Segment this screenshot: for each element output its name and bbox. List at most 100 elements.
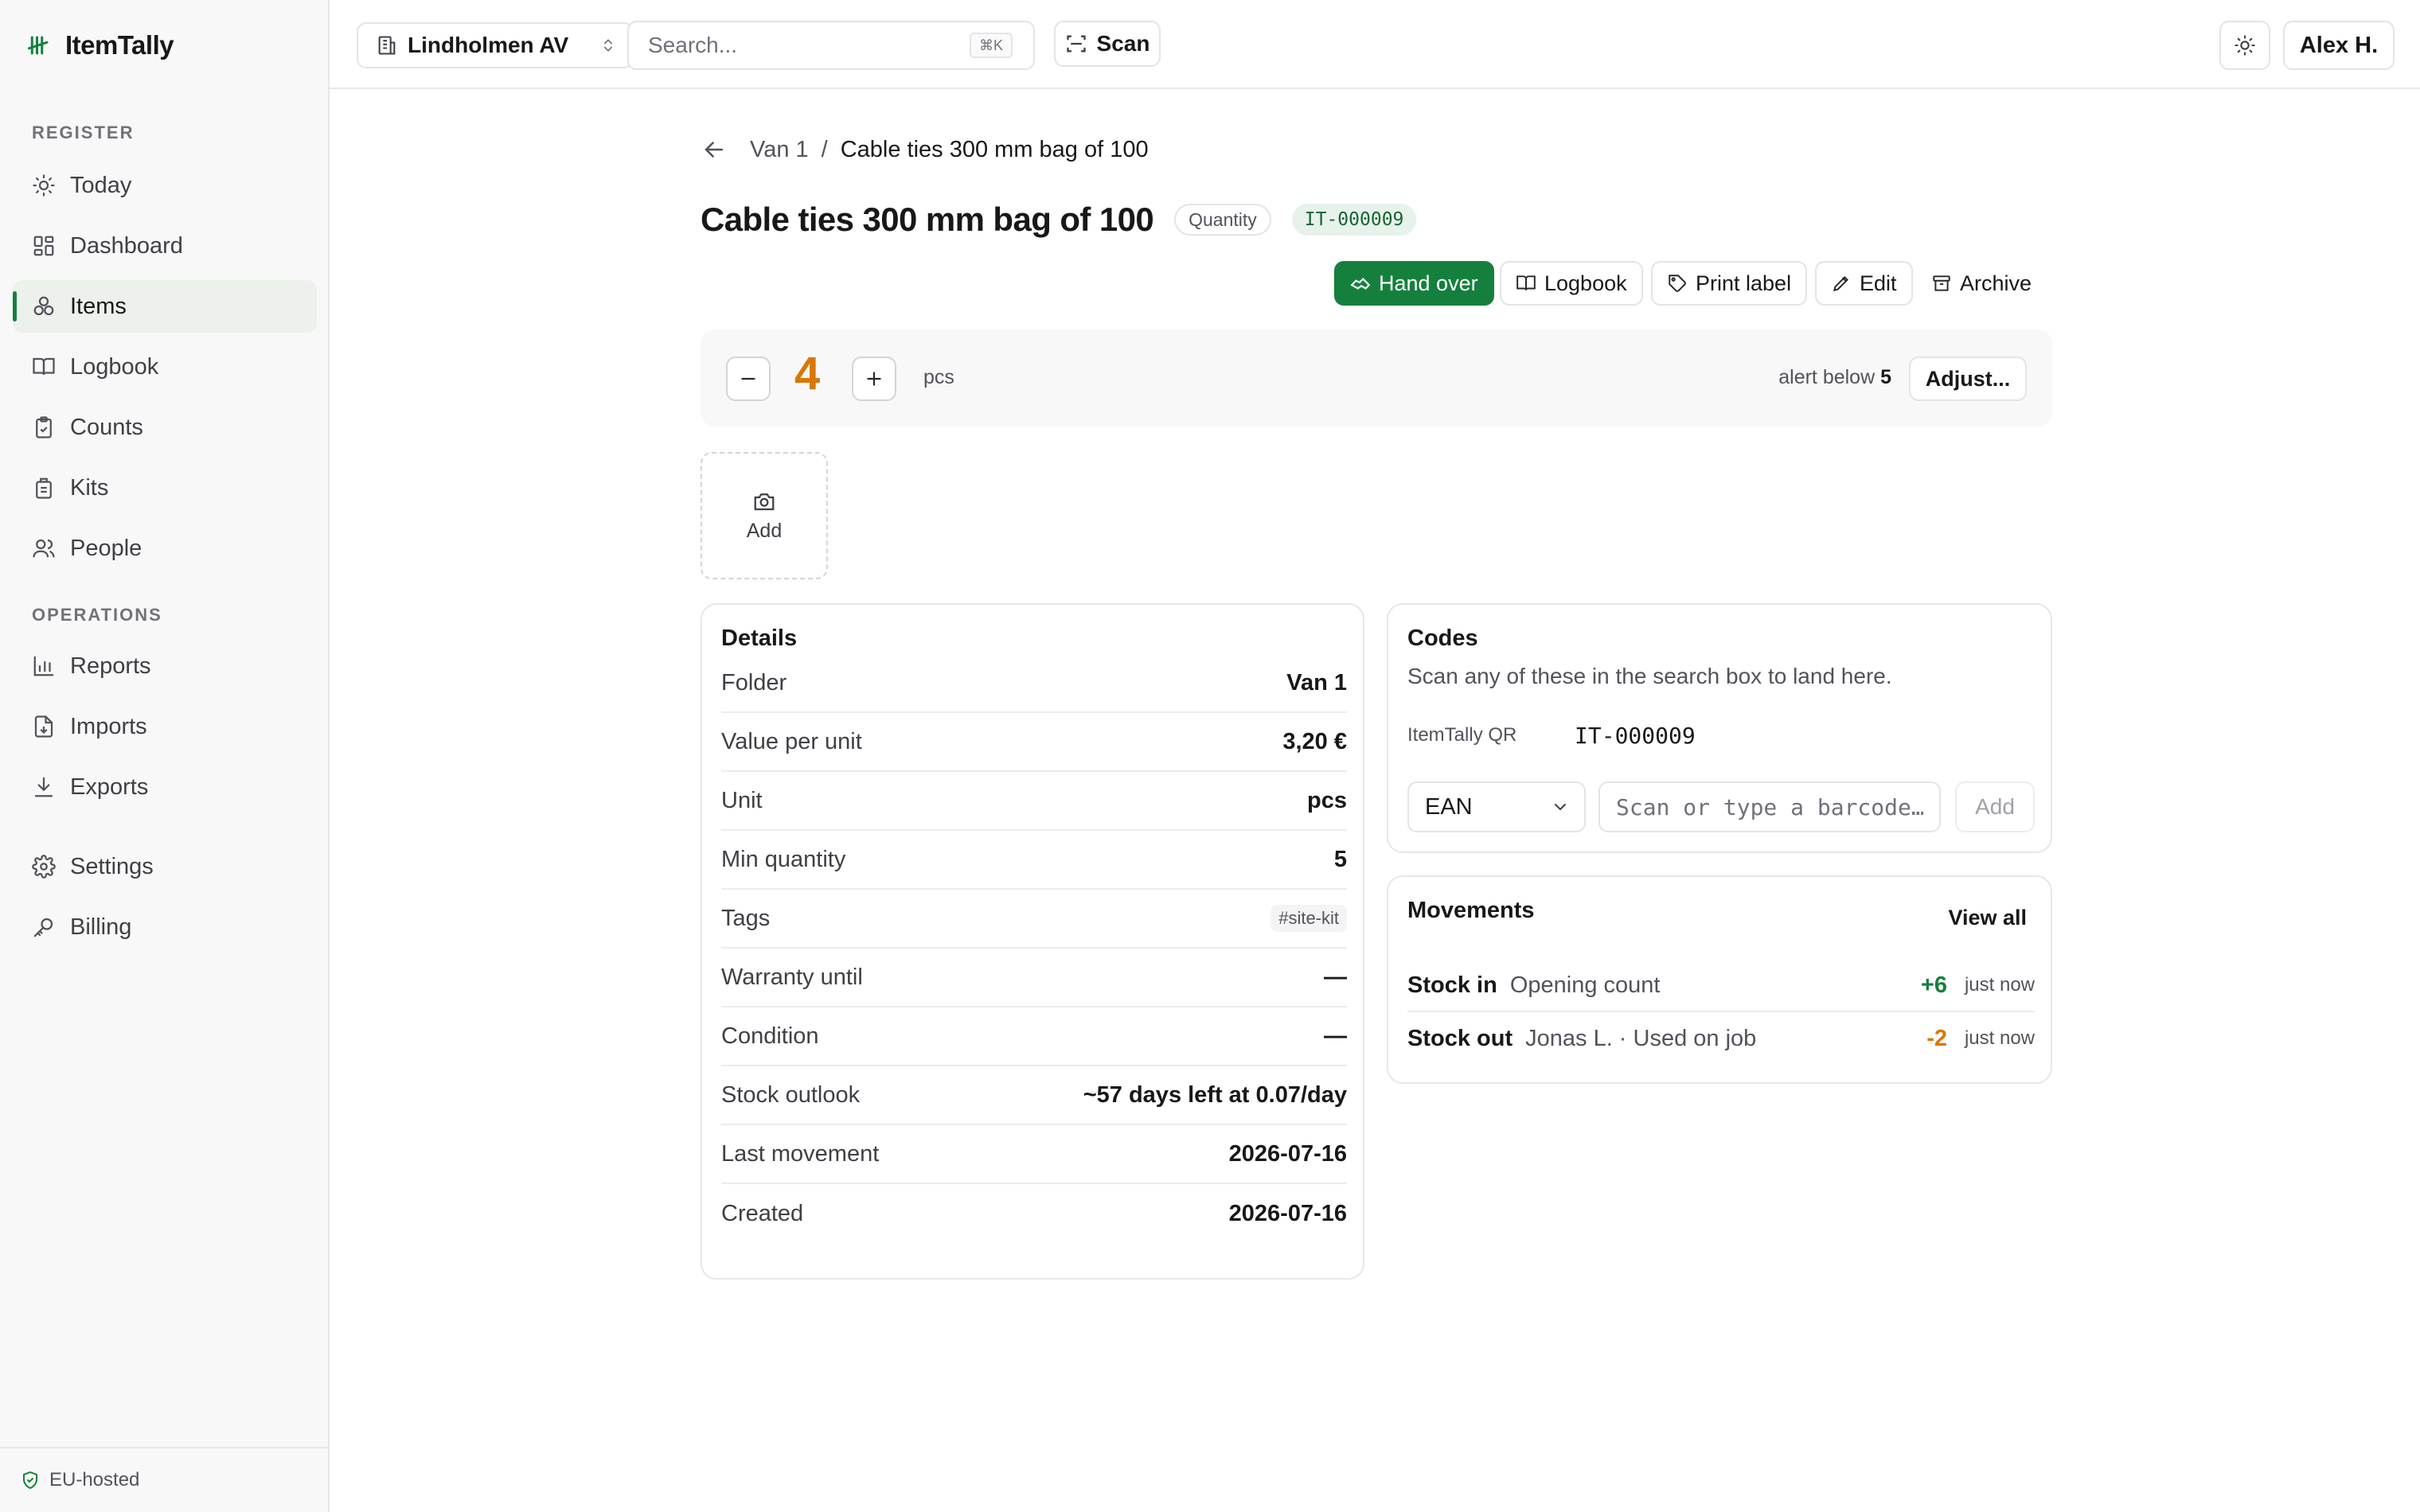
- sidebar-item-label: Imports: [70, 713, 147, 739]
- detail-row-unit: Unit pcs: [721, 772, 1347, 831]
- view-all-link[interactable]: View all: [1948, 906, 2027, 930]
- detail-key: Min quantity: [721, 846, 846, 872]
- add-photo-label: Add: [746, 519, 783, 542]
- logbook-button[interactable]: Logbook: [1500, 261, 1643, 306]
- archive-button[interactable]: Archive: [1915, 261, 2048, 306]
- hand-over-button[interactable]: Hand over: [1334, 261, 1494, 306]
- import-icon: [34, 715, 53, 738]
- quantity-panel: 4 pcs alert below 5 Adjust...: [701, 329, 2052, 427]
- breadcrumb-separator: /: [821, 136, 828, 162]
- movements-title: Movements: [1407, 898, 1535, 923]
- sidebar-item-people[interactable]: People: [13, 522, 317, 575]
- sidebar-item-dashboard[interactable]: Dashboard: [13, 220, 317, 272]
- plus-icon: [867, 372, 881, 386]
- building-icon: [378, 36, 396, 55]
- edit-button[interactable]: Edit: [1815, 261, 1913, 306]
- hosting-label: EU-hosted: [49, 1469, 140, 1491]
- print-label-button[interactable]: Print label: [1651, 261, 1808, 306]
- key-icon: [33, 918, 53, 937]
- topbar: Lindholmen AV ⌘K Scan Alex H.: [330, 0, 2420, 89]
- archive-icon: [1933, 275, 1950, 291]
- quantity-value: 4: [794, 348, 821, 399]
- organization-switcher[interactable]: Lindholmen AV: [357, 22, 634, 68]
- detail-key: Unit: [721, 787, 763, 813]
- detail-value[interactable]: Van 1: [1286, 670, 1347, 696]
- detail-value: 2026-07-16: [1228, 1140, 1347, 1167]
- detail-row-min-quantity: Min quantity 5: [721, 831, 1347, 890]
- movement-delta: -2: [1926, 1025, 1947, 1051]
- codes-subtitle: Scan any of these in the search box to l…: [1407, 664, 1892, 688]
- detail-value: 3,20 €: [1282, 728, 1347, 754]
- search-field[interactable]: ⌘K: [627, 21, 1035, 70]
- brand[interactable]: ItemTally: [27, 27, 174, 64]
- add-code-button[interactable]: Add: [1955, 781, 2035, 832]
- detail-key: Folder: [721, 669, 787, 696]
- sun-icon: [2235, 35, 2255, 56]
- hosting-badge: EU-hosted: [0, 1447, 328, 1512]
- sidebar-item-today[interactable]: Today: [13, 159, 317, 212]
- detail-row-folder: Folder Van 1: [721, 654, 1347, 713]
- sidebar-item-kits[interactable]: Kits: [13, 462, 317, 514]
- sidebar-item-exports[interactable]: Exports: [13, 761, 317, 813]
- sidebar-item-label: People: [70, 535, 142, 561]
- item-type-badge: Quantity: [1174, 204, 1271, 236]
- scan-button[interactable]: Scan: [1054, 21, 1161, 67]
- alert-threshold: alert below 5: [1778, 366, 1891, 389]
- user-menu-button[interactable]: Alex H.: [2283, 21, 2395, 70]
- detail-value: —: [1324, 964, 1347, 990]
- people-icon: [33, 539, 55, 558]
- title-row: Cable ties 300 mm bag of 100 Quantity IT…: [701, 194, 1417, 245]
- sidebar-item-label: Billing: [70, 914, 132, 940]
- pencil-icon: [1833, 276, 1848, 292]
- qr-label: ItemTally QR: [1407, 724, 1517, 746]
- movement-row[interactable]: Stock out Jonas L. · Used on job -2 just…: [1407, 1012, 2035, 1065]
- movement-type: Stock out: [1407, 1025, 1513, 1051]
- sidebar-item-items[interactable]: Items: [13, 280, 317, 333]
- sidebar-item-imports[interactable]: Imports: [13, 700, 317, 753]
- tag-chip[interactable]: #site-kit: [1270, 905, 1347, 932]
- page-title: Cable ties 300 mm bag of 100: [701, 201, 1154, 238]
- search-shortcut: ⌘K: [969, 33, 1013, 58]
- kit-icon: [36, 477, 52, 499]
- increase-quantity-button[interactable]: [852, 357, 896, 401]
- sidebar-item-logbook[interactable]: Logbook: [13, 341, 317, 393]
- sidebar-item-label: Dashboard: [70, 232, 183, 259]
- sidebar-item-reports[interactable]: Reports: [13, 640, 317, 692]
- scan-label: Scan: [1096, 31, 1150, 56]
- detail-value: 2026-07-16: [1228, 1200, 1347, 1226]
- breadcrumb-current: Cable ties 300 mm bag of 100: [840, 136, 1149, 162]
- barcode-input[interactable]: [1598, 781, 1941, 832]
- detail-value: pcs: [1307, 787, 1347, 813]
- sidebar-item-counts[interactable]: Counts: [13, 401, 317, 454]
- movement-row[interactable]: Stock in Opening count +6 just now: [1407, 960, 2035, 1012]
- movement-delta: +6: [1920, 972, 1947, 998]
- details-title: Details: [721, 625, 798, 651]
- adjust-button[interactable]: Adjust...: [1909, 357, 2027, 401]
- movement-note: Opening count: [1509, 972, 1661, 998]
- book-icon: [1516, 275, 1536, 290]
- breadcrumb-parent-link[interactable]: Van 1: [750, 137, 809, 163]
- handshake-icon: [1350, 278, 1371, 290]
- alert-value: 5: [1880, 366, 1891, 388]
- add-photo-button[interactable]: Add: [701, 452, 828, 579]
- sidebar-item-settings[interactable]: Settings: [13, 840, 317, 893]
- shield-check-icon: [23, 1471, 37, 1490]
- code-type-select[interactable]: EAN: [1407, 781, 1586, 832]
- chevron-up-down-icon: [604, 39, 612, 52]
- edit-label: Edit: [1860, 271, 1897, 295]
- hand-over-label: Hand over: [1379, 271, 1478, 295]
- search-input[interactable]: [648, 33, 966, 58]
- detail-row-created: Created 2026-07-16: [721, 1184, 1347, 1243]
- sidebar: ItemTally REGISTER Today Dashboard Items…: [0, 0, 330, 1512]
- movement-time: just now: [1964, 974, 2035, 996]
- sun-icon: [33, 174, 55, 197]
- breadcrumb: Van 1 / Cable ties 300 mm bag of 100: [701, 134, 1149, 166]
- brand-name: ItemTally: [65, 30, 174, 60]
- sidebar-item-billing[interactable]: Billing: [13, 901, 317, 953]
- detail-row-warranty: Warranty until —: [721, 949, 1347, 1007]
- detail-row-tags: Tags #site-kit: [721, 890, 1347, 949]
- arrow-left-icon[interactable]: [701, 136, 728, 163]
- decrease-quantity-button[interactable]: [726, 357, 771, 401]
- quantity-unit: pcs: [923, 366, 954, 388]
- theme-toggle-button[interactable]: [2219, 21, 2270, 70]
